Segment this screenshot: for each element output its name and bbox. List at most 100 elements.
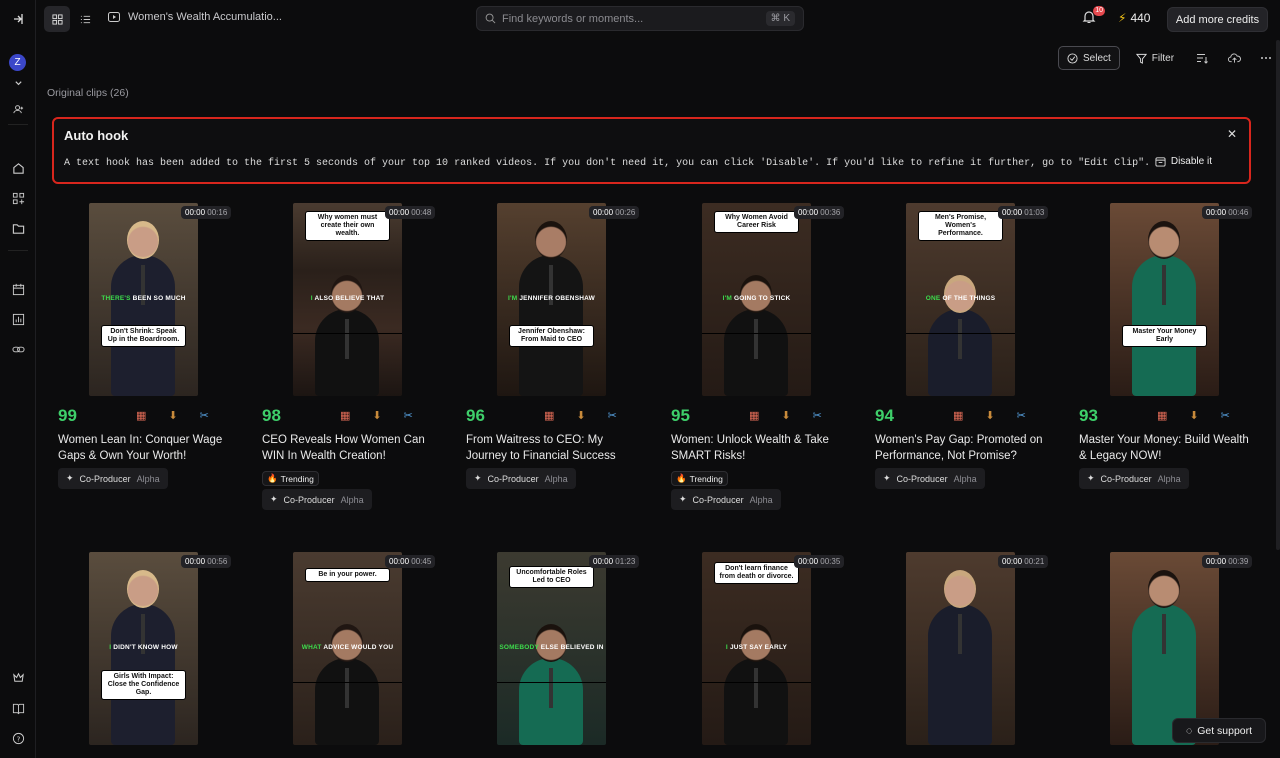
download-icon[interactable]: ⬇ — [781, 409, 790, 422]
clip-card[interactable]: Don't learn finance from death or divorc… — [671, 552, 851, 752]
scissors-icon[interactable]: ✂ — [1017, 409, 1026, 422]
clip-thumbnail[interactable]: Why Women Avoid Career Risk I'M GOING TO… — [702, 203, 811, 396]
apps-icon[interactable] — [7, 187, 29, 209]
coproducer-button[interactable]: ✦ Co-Producer Alpha — [875, 468, 985, 489]
speaker-head — [331, 624, 363, 662]
scrollbar[interactable] — [1276, 40, 1280, 550]
coproducer-button[interactable]: ✦ Co-Producer Alpha — [262, 489, 372, 510]
clip-title[interactable]: From Waitress to CEO: My Journey to Fina… — [466, 432, 646, 464]
clip-thumbnail[interactable]: Why women must create their own wealth. … — [293, 203, 402, 396]
scissors-icon[interactable]: ✂ — [608, 409, 617, 422]
download-icon[interactable]: ⬇ — [985, 409, 994, 422]
coproducer-button[interactable]: ✦ Co-Producer Alpha — [58, 468, 168, 489]
support-icon: ◌ — [1185, 724, 1193, 737]
file-title[interactable]: Women's Wealth Accumulatio... — [108, 11, 282, 23]
clip-card[interactable]: Men's Promise, Women's Performance. ONE … — [875, 203, 1055, 513]
clip-card[interactable]: Why women must create their own wealth. … — [262, 203, 442, 513]
score-row: 94 ▦ ⬇ ✂ — [875, 406, 1055, 426]
clip-title[interactable]: Women's Pay Gap: Promoted on Performance… — [875, 432, 1055, 464]
caption-text: I ALSO BELIEVE THAT — [293, 295, 402, 302]
chart-icon[interactable] — [7, 308, 29, 330]
score-row: 95 ▦ ⬇ ✂ — [671, 406, 851, 426]
clip-thumbnail[interactable]: Girls With Impact: Close the Confidence … — [89, 552, 198, 745]
home-icon[interactable] — [7, 157, 29, 179]
search-input[interactable] — [502, 12, 760, 25]
clip-card[interactable]: Be in your power. WHAT ADVICE WOULD YOU … — [262, 552, 442, 752]
caption-rest: BEEN SO MUCH — [130, 295, 186, 302]
clip-card[interactable]: Uncomfortable Roles Led to CEO SOMEBODY … — [466, 552, 646, 752]
clip-card[interactable]: Girls With Impact: Close the Confidence … — [58, 552, 238, 752]
clip-thumbnail[interactable]: Don't Shrink: Speak Up in the Boardroom.… — [89, 203, 198, 396]
chevron-down-icon[interactable] — [7, 72, 29, 94]
speaker-head — [944, 570, 976, 608]
left-rail: Z ? — [0, 0, 36, 758]
disable-button[interactable]: Disable it — [1155, 156, 1212, 167]
clip-duration: 00:00 00:21 — [998, 555, 1049, 568]
support-label: Get support — [1197, 724, 1253, 737]
folder-icon[interactable] — [7, 217, 29, 239]
avatar[interactable]: Z — [9, 54, 26, 71]
download-icon[interactable]: ⬇ — [372, 409, 381, 422]
clip-card[interactable]: Don't Shrink: Speak Up in the Boardroom.… — [58, 203, 238, 513]
clip-thumbnail[interactable]: Master Your Money Early — [1110, 203, 1219, 396]
frame-divider — [293, 682, 402, 683]
clip-duration: 00:00 00:56 — [181, 555, 232, 568]
clip-thumbnail[interactable]: Men's Promise, Women's Performance. ONE … — [906, 203, 1015, 396]
clip-card[interactable]: Jennifer Obenshaw: From Maid to CEO I'M … — [466, 203, 646, 513]
clip-title[interactable]: Women: Unlock Wealth & Take SMART Risks! — [671, 432, 851, 464]
time-end: 00:48 — [411, 208, 432, 217]
add-user-icon[interactable] — [7, 98, 29, 120]
close-icon[interactable]: ✕ — [1227, 127, 1237, 141]
crown-icon[interactable] — [7, 666, 29, 688]
help-icon[interactable]: ? — [7, 727, 29, 749]
clip-thumbnail[interactable] — [906, 552, 1015, 745]
microphone — [549, 668, 553, 708]
scissors-icon[interactable]: ✂ — [813, 409, 822, 422]
scissors-icon[interactable]: ✂ — [1221, 409, 1230, 422]
alpha-tag: Alpha — [1157, 473, 1181, 484]
download-icon[interactable]: ⬇ — [576, 409, 585, 422]
select-button[interactable]: Select — [1058, 46, 1120, 70]
sidebar-toggle-icon[interactable] — [7, 8, 29, 30]
score-row: 93 ▦ ⬇ ✂ — [1079, 406, 1259, 426]
more-icon[interactable] — [1254, 46, 1278, 70]
clip-card[interactable]: Master Your Money Early 00:00 00:46 93 ▦… — [1079, 203, 1259, 513]
calendar-icon[interactable]: ▦ — [340, 409, 350, 422]
clip-duration: 00:00 00:39 — [1202, 555, 1253, 568]
calendar-icon[interactable]: ▦ — [953, 409, 963, 422]
list-view-icon[interactable] — [72, 6, 98, 32]
sort-icon[interactable] — [1190, 46, 1214, 70]
clip-thumbnail[interactable]: Don't learn finance from death or divorc… — [702, 552, 811, 745]
add-credits-button[interactable]: Add more credits — [1167, 7, 1268, 32]
microphone — [754, 668, 758, 708]
clip-title[interactable]: Women Lean In: Conquer Wage Gaps & Own Y… — [58, 432, 238, 464]
grid-view-icon[interactable] — [44, 6, 70, 32]
clip-title[interactable]: Master Your Money: Build Wealth & Legacy… — [1079, 432, 1259, 464]
calendar-icon[interactable]: ▦ — [544, 409, 554, 422]
calendar-icon[interactable]: ▦ — [136, 409, 146, 422]
download-icon[interactable]: ⬇ — [168, 409, 177, 422]
download-icon[interactable]: ⬇ — [1189, 409, 1198, 422]
clip-card[interactable]: Why Women Avoid Career Risk I'M GOING TO… — [671, 203, 851, 513]
clip-card[interactable]: 00:00 00:21 — [875, 552, 1055, 752]
filter-button[interactable]: Filter — [1128, 46, 1182, 70]
book-icon[interactable] — [7, 697, 29, 719]
clip-title[interactable]: CEO Reveals How Women Can WIN In Wealth … — [262, 432, 442, 464]
coproducer-button[interactable]: ✦ Co-Producer Alpha — [466, 468, 576, 489]
clip-thumbnail[interactable]: Uncomfortable Roles Led to CEO SOMEBODY … — [497, 552, 606, 745]
calendar-icon[interactable]: ▦ — [1157, 409, 1167, 422]
clip-thumbnail[interactable]: Be in your power. WHAT ADVICE WOULD YOU — [293, 552, 402, 745]
upload-icon[interactable] — [1222, 46, 1246, 70]
coproducer-button[interactable]: ✦ Co-Producer Alpha — [671, 489, 781, 510]
link-icon[interactable] — [7, 338, 29, 360]
scissors-icon[interactable]: ✂ — [404, 409, 413, 422]
scissors-icon[interactable]: ✂ — [200, 409, 209, 422]
calendar-icon[interactable]: ▦ — [749, 409, 759, 422]
notification-button[interactable]: 10 — [1082, 6, 1105, 28]
calendar-icon[interactable] — [7, 278, 29, 300]
search-bar[interactable]: ⌘ K — [476, 6, 804, 31]
get-support-button[interactable]: ◌ Get support — [1172, 718, 1266, 743]
clip-thumbnail[interactable] — [1110, 552, 1219, 745]
clip-thumbnail[interactable]: Jennifer Obenshaw: From Maid to CEO I'M … — [497, 203, 606, 396]
coproducer-button[interactable]: ✦ Co-Producer Alpha — [1079, 468, 1189, 489]
